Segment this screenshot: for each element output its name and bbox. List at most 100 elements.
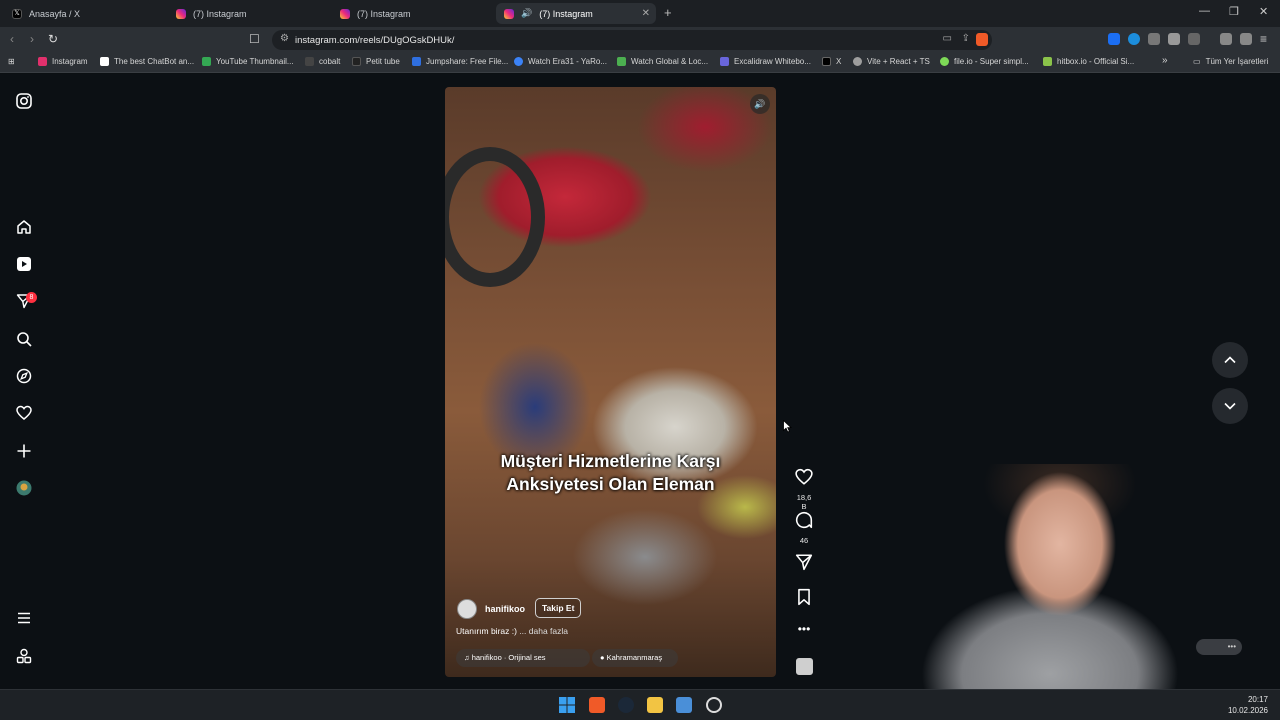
cast-icon[interactable]: ▭ <box>943 33 952 44</box>
bookmark-favicon-icon <box>38 57 47 66</box>
home-icon[interactable] <box>15 218 33 236</box>
windows-start-icon[interactable] <box>559 697 575 713</box>
address-bar[interactable]: ⚙ instagram.com/reels/DUgOGskDHUk/ ▭ ⇪ <box>272 30 992 50</box>
tab-instagram-2[interactable]: (7) Instagram <box>332 3 492 24</box>
audio-thumbnail[interactable] <box>794 658 814 675</box>
system-clock[interactable]: 20:17 10.02.2026 <box>1228 694 1268 716</box>
bookmark-item[interactable]: Jumpshare: Free File... <box>412 57 508 66</box>
back-icon[interactable]: ‹ <box>10 32 14 46</box>
reel-video[interactable]: 🔊 Müşteri Hizmetlerine Karşı Anksiyetesi… <box>445 87 776 677</box>
audio-toggle-icon[interactable]: 🔊 <box>750 94 770 114</box>
bookmark-item[interactable]: Instagram <box>38 57 88 66</box>
extension-icon[interactable] <box>1148 33 1160 45</box>
chevron-up-icon <box>1224 356 1236 364</box>
file-explorer-icon[interactable] <box>647 697 663 713</box>
new-tab-button[interactable]: + <box>664 5 672 20</box>
create-plus-icon[interactable] <box>15 442 33 460</box>
previous-reel-button[interactable] <box>1212 342 1248 378</box>
explore-compass-icon[interactable] <box>15 367 33 385</box>
instagram-reels-page: 8 🔊 Müşteri Hizmetlerine Karşı Anksiyete… <box>0 74 1280 689</box>
windows-taskbar: 20:17 10.02.2026 <box>0 689 1280 720</box>
bookmark-item[interactable]: Vite + React + TS <box>853 57 930 66</box>
audio-thumbnail-icon[interactable] <box>795 658 813 675</box>
location-label: Kahramanmaraş <box>606 653 663 662</box>
caption-line-2: Anksiyetesi Olan Eleman <box>506 474 715 494</box>
bookmark-favicon-icon <box>100 57 109 66</box>
window-close-button[interactable]: ✕ <box>1259 5 1268 18</box>
author-username[interactable]: hanifikoo <box>485 604 525 614</box>
vpn-icon[interactable] <box>1240 33 1252 45</box>
reload-icon[interactable]: ↻ <box>48 32 58 46</box>
bookmark-item[interactable]: X <box>822 57 841 66</box>
bookmark-item[interactable]: Watch Global & Loc... <box>617 57 708 66</box>
more-menu-icon[interactable] <box>15 609 33 627</box>
bookmark-item[interactable]: Watch Era31 - YaRo... <box>514 57 607 66</box>
extension-icon[interactable] <box>1108 33 1120 45</box>
comment-bubble-icon[interactable] <box>795 511 813 529</box>
save-action[interactable] <box>794 588 814 611</box>
tab-instagram-active[interactable]: 🔊 (7) Instagram ✕ <box>496 3 656 24</box>
more-bookmarks-icon[interactable]: » <box>1162 55 1168 66</box>
all-bookmarks-folder[interactable]: ▭ Tüm Yer İşaretleri <box>1193 57 1268 66</box>
author-avatar[interactable] <box>457 599 477 619</box>
bookmark-item[interactable]: hitbox.io - Official Si... <box>1043 57 1134 66</box>
site-settings-icon[interactable]: ⚙ <box>280 33 289 44</box>
meta-apps-icon[interactable] <box>15 647 33 665</box>
bookmark-favicon-icon <box>305 57 314 66</box>
bookmark-favicon-icon <box>352 57 361 66</box>
like-heart-icon[interactable] <box>795 468 813 486</box>
media-icon[interactable] <box>1220 33 1232 45</box>
speaker-icon[interactable]: 🔊 <box>521 8 532 19</box>
follow-button[interactable]: Takip Et <box>535 598 582 618</box>
next-reel-button[interactable] <box>1212 388 1248 424</box>
restore-button[interactable]: ❐ <box>1229 5 1239 18</box>
app-icon[interactable] <box>676 697 692 713</box>
brave-shields-icon[interactable] <box>976 33 988 46</box>
sidebar-toggle-icon[interactable] <box>1188 33 1200 45</box>
share-icon[interactable]: ⇪ <box>962 33 970 44</box>
bookmark-favicon-icon <box>617 57 626 66</box>
search-icon[interactable] <box>15 330 33 348</box>
caption-line-1: Müşteri Hizmetlerine Karşı <box>500 451 721 471</box>
bookmark-item[interactable]: file.io - Super simpl... <box>940 57 1029 66</box>
obs-icon[interactable] <box>706 697 722 713</box>
bookmark-item[interactable]: The best ChatBot an... <box>100 57 194 66</box>
share-send-icon[interactable] <box>795 553 813 571</box>
bookmark-page-icon[interactable]: ☐ <box>249 32 260 46</box>
forward-icon[interactable]: › <box>30 32 34 46</box>
apps-grid-icon[interactable]: ⊞ <box>8 57 15 66</box>
minimize-button[interactable]: — <box>1199 5 1210 17</box>
save-bookmark-icon[interactable] <box>795 588 813 606</box>
menu-icon[interactable]: ≡ <box>1260 32 1267 46</box>
location-pill[interactable]: ● Kahramanmaraş <box>592 649 678 667</box>
instagram-logo-icon[interactable] <box>15 92 33 110</box>
url-text[interactable]: instagram.com/reels/DUgOGskDHUk/ <box>295 35 454 46</box>
reel-description: Utanırım biraz :) ... daha fazla <box>456 626 568 636</box>
extensions-puzzle-icon[interactable] <box>1168 33 1180 45</box>
bookmark-favicon-icon <box>940 57 949 66</box>
music-note-icon: ♫ <box>464 653 470 662</box>
steam-icon[interactable] <box>618 697 634 713</box>
overlay-chip-icon: ••• <box>1196 639 1242 655</box>
bookmark-favicon-icon <box>514 57 523 66</box>
tab-instagram-1[interactable]: (7) Instagram <box>168 3 328 24</box>
audio-label: hanifikoo · Orijinal ses <box>471 653 546 662</box>
share-action[interactable] <box>794 553 814 576</box>
bookmark-item[interactable]: Petit tube <box>352 57 400 66</box>
like-action[interactable]: 18,6 B <box>794 468 814 511</box>
reels-icon[interactable] <box>15 255 33 273</box>
extension-icon[interactable] <box>1128 33 1140 45</box>
comment-action[interactable]: 46 <box>794 511 814 545</box>
bookmark-item[interactable]: cobalt <box>305 57 340 66</box>
close-tab-icon[interactable]: ✕ <box>642 8 650 19</box>
bookmark-item[interactable]: Excalidraw Whitebo... <box>720 57 811 66</box>
bookmark-item[interactable]: YouTube Thumbnail... <box>202 57 294 66</box>
brave-browser-icon[interactable] <box>589 697 605 713</box>
more-options-icon[interactable]: ••• <box>794 622 814 636</box>
audio-pill[interactable]: ♫ hanifikoo · Orijinal ses <box>456 649 590 667</box>
notifications-heart-icon[interactable] <box>15 404 33 422</box>
more-link[interactable]: ... daha fazla <box>519 626 568 636</box>
clock-date: 10.02.2026 <box>1227 706 1268 715</box>
profile-avatar-icon[interactable] <box>15 479 33 497</box>
tab-x-home[interactable]: 𝕏 Anasayfa / X <box>4 3 164 24</box>
